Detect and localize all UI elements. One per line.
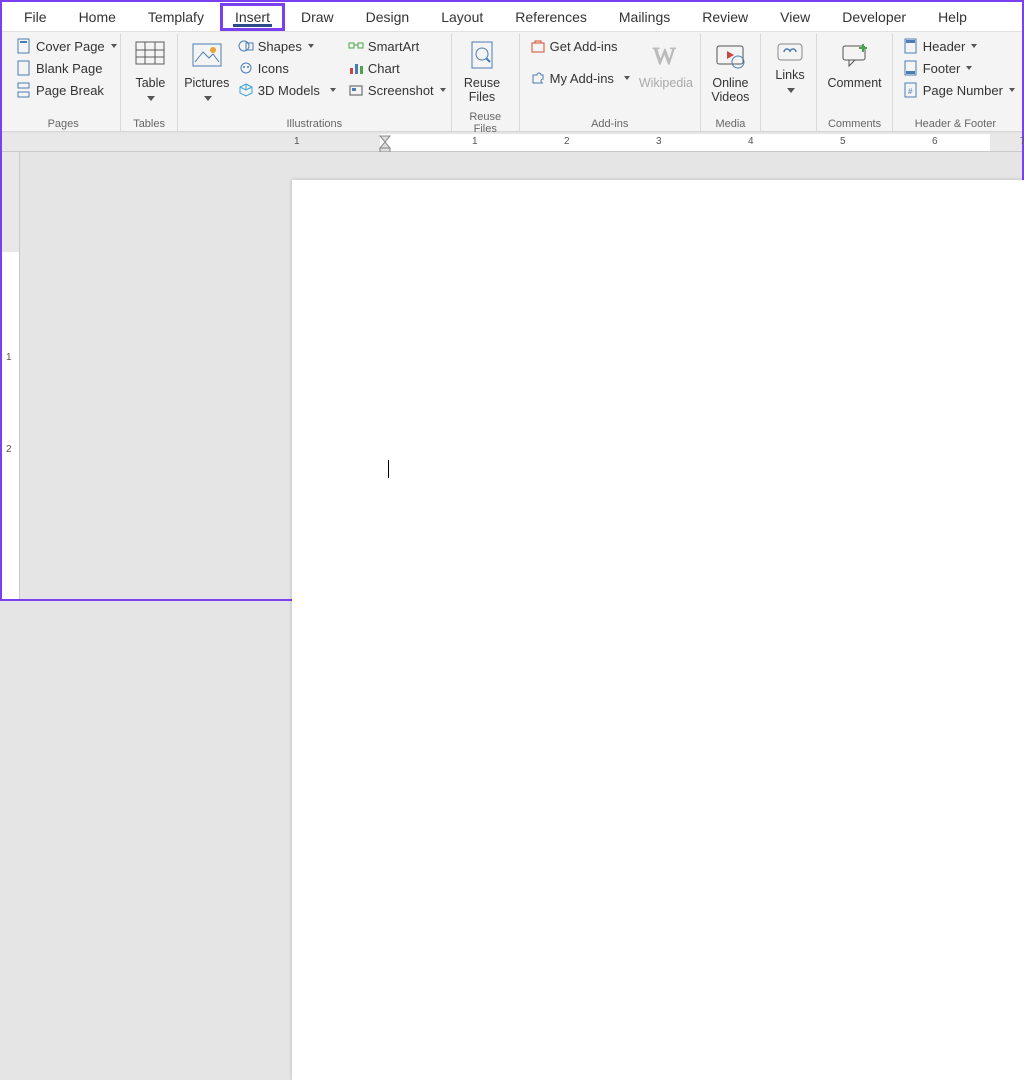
tab-insert[interactable]: Insert (220, 3, 285, 31)
smartart-button[interactable]: SmartArt (344, 36, 450, 56)
group-media: Online Videos Media (701, 34, 761, 131)
group-label-pages: Pages (12, 116, 114, 131)
group-label-links (767, 128, 810, 131)
tab-references[interactable]: References (499, 2, 603, 32)
ribbon-tabs: File Home Templafy Insert Draw Design La… (2, 2, 1022, 32)
reuse-files-icon (466, 40, 498, 72)
group-label-reuse: Reuse Files (458, 109, 513, 136)
tab-help[interactable]: Help (922, 2, 983, 32)
ruler-h-num: 7 (1020, 136, 1024, 147)
group-tables: Table Tables (121, 34, 177, 131)
page-number-icon: # (903, 82, 919, 98)
pictures-button[interactable]: Pictures (184, 36, 230, 109)
table-icon (134, 40, 166, 72)
shapes-icon (238, 38, 254, 54)
svg-text:#: # (908, 87, 913, 96)
store-icon (530, 38, 546, 54)
group-label-header-footer: Header & Footer (899, 116, 1012, 131)
icons-icon (238, 60, 254, 76)
group-label-media: Media (707, 116, 754, 131)
tab-file[interactable]: File (8, 2, 63, 32)
ruler-v-num: 1 (6, 352, 12, 363)
ruler-h-num: 2 (564, 136, 570, 147)
screenshot-button[interactable]: Screenshot (344, 80, 450, 100)
tab-layout[interactable]: Layout (425, 2, 499, 32)
footer-button[interactable]: Footer (899, 58, 1019, 78)
wikipedia-button: W Wikipedia (638, 36, 694, 94)
ruler-h-num: 4 (748, 136, 754, 147)
get-addins-button[interactable]: Get Add-ins (526, 36, 634, 56)
page-break-icon (16, 82, 32, 98)
cover-page-icon (16, 38, 32, 54)
tab-mailings[interactable]: Mailings (603, 2, 686, 32)
group-label-addins: Add-ins (526, 116, 694, 131)
document-workspace[interactable] (20, 152, 1022, 599)
group-label-tables: Tables (127, 116, 170, 131)
tab-review[interactable]: Review (686, 2, 764, 32)
my-addins-button[interactable]: My Add-ins (526, 68, 634, 88)
tab-draw[interactable]: Draw (285, 2, 350, 32)
puzzle-icon (530, 70, 546, 86)
cover-page-button[interactable]: Cover Page (12, 36, 121, 56)
online-video-icon (714, 40, 746, 72)
footer-icon (903, 60, 919, 76)
header-button[interactable]: Header (899, 36, 1019, 56)
ruler-horizontal[interactable]: 1 1 2 3 4 5 6 7 (2, 134, 1022, 152)
wikipedia-icon: W (650, 40, 682, 72)
indent-marker[interactable] (380, 132, 394, 152)
chart-button[interactable]: Chart (344, 58, 450, 78)
3d-models-button[interactable]: 3D Models (234, 80, 340, 100)
page-number-button[interactable]: # Page Number (899, 80, 1019, 100)
ruler-vertical[interactable]: 1 2 (2, 152, 20, 599)
comment-icon (839, 40, 871, 72)
group-addins: Get Add-ins My Add-ins W Wikipedia Add-i… (520, 34, 701, 131)
screenshot-icon (348, 82, 364, 98)
online-videos-button[interactable]: Online Videos (707, 36, 754, 109)
blank-page-button[interactable]: Blank Page (12, 58, 121, 78)
text-cursor (388, 460, 389, 478)
icons-button[interactable]: Icons (234, 58, 340, 78)
group-header-footer: Header Footer # Page Number Header & Foo… (893, 34, 1018, 131)
group-comments: Comment Comments (817, 34, 892, 131)
blank-page-icon (16, 60, 32, 76)
ruler-h-num: 6 (932, 136, 938, 147)
tab-home[interactable]: Home (63, 2, 132, 32)
group-reuse-files: Reuse Files Reuse Files (452, 34, 520, 131)
group-links: Links (761, 34, 817, 131)
tab-templafy[interactable]: Templafy (132, 2, 220, 32)
chart-icon (348, 60, 364, 76)
ruler-h-num: 3 (656, 136, 662, 147)
ribbon-toolbar: Cover Page Blank Page Page Break Pages T… (2, 32, 1022, 132)
header-icon (903, 38, 919, 54)
pictures-icon (191, 40, 223, 72)
links-button[interactable]: Links (767, 36, 813, 101)
smartart-icon (348, 38, 364, 54)
page-break-button[interactable]: Page Break (12, 80, 121, 100)
ruler-h-num: 1 (294, 136, 300, 147)
group-pages: Cover Page Blank Page Page Break Pages (6, 34, 121, 131)
group-label-comments: Comments (823, 116, 885, 131)
tab-view[interactable]: View (764, 2, 826, 32)
tab-developer[interactable]: Developer (826, 2, 922, 32)
document-page[interactable] (292, 180, 1024, 1080)
tab-design[interactable]: Design (350, 2, 426, 32)
group-illustrations: Pictures Shapes Icons 3D Models (178, 34, 452, 131)
ruler-h-num: 5 (840, 136, 846, 147)
group-label-illustrations: Illustrations (184, 116, 445, 131)
ruler-h-num: 1 (472, 136, 478, 147)
svg-text:W: W (653, 44, 676, 70)
link-icon (774, 40, 806, 64)
cube-icon (238, 82, 254, 98)
table-button[interactable]: Table (127, 36, 173, 109)
comment-button[interactable]: Comment (823, 36, 885, 94)
reuse-files-button[interactable]: Reuse Files (458, 36, 506, 109)
ruler-v-num: 2 (6, 444, 12, 455)
shapes-button[interactable]: Shapes (234, 36, 340, 56)
